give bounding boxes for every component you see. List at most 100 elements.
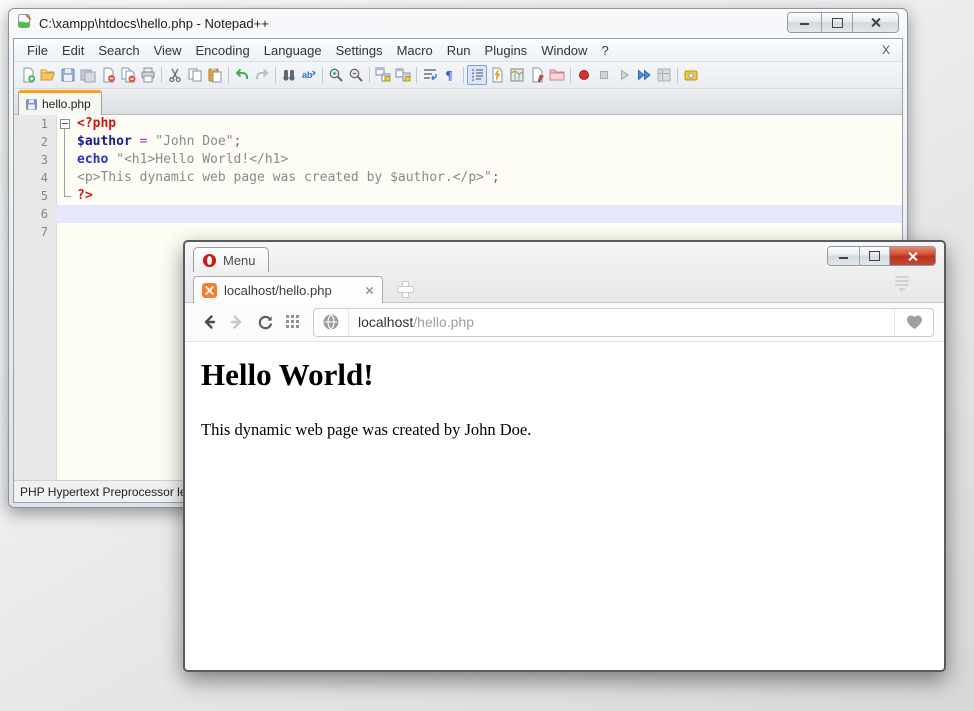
save-macro-icon[interactable] <box>654 65 674 85</box>
menu-macro[interactable]: Macro <box>390 43 440 58</box>
tab-label: hello.php <box>42 97 91 111</box>
site-badge-icon[interactable] <box>314 309 349 336</box>
document-map-icon[interactable] <box>507 65 527 85</box>
record-macro-icon[interactable] <box>574 65 594 85</box>
menu-window[interactable]: Window <box>534 43 594 58</box>
maximize-button[interactable] <box>822 13 853 32</box>
desktop: C:\xampp\htdocs\hello.php - Notepad++ Fi… <box>0 0 974 711</box>
save-all-icon[interactable] <box>78 65 98 85</box>
toolbar-separator <box>161 67 162 83</box>
tab-close-icon[interactable] <box>365 286 374 295</box>
line-number: 1 <box>14 115 56 133</box>
code-line-7[interactable]: 7 <box>14 223 902 241</box>
maximize-button[interactable] <box>860 247 890 265</box>
new-file-icon[interactable] <box>18 65 38 85</box>
save-icon[interactable] <box>58 65 78 85</box>
find-icon[interactable] <box>279 65 299 85</box>
menubar-close-document-button[interactable]: X <box>876 43 896 57</box>
close-button[interactable] <box>890 247 935 265</box>
opera-menu-button[interactable]: Menu <box>193 247 269 272</box>
cut-icon[interactable] <box>165 65 185 85</box>
opera-titlebar[interactable]: Menu <box>185 242 944 272</box>
forward-button[interactable] <box>223 308 251 336</box>
plugins-icon[interactable] <box>681 65 701 85</box>
zoom-out-icon[interactable] <box>346 65 366 85</box>
code-line-3[interactable]: 3echo "<h1>Hello World!</h1> <box>14 151 902 169</box>
menu-language[interactable]: Language <box>257 43 329 58</box>
code-line-2[interactable]: 2$author = "John Doe"; <box>14 133 902 151</box>
code-text: ?> <box>74 187 902 205</box>
line-number: 6 <box>14 205 56 223</box>
zoom-in-icon[interactable] <box>326 65 346 85</box>
copy-icon[interactable] <box>185 65 205 85</box>
open-file-icon[interactable] <box>38 65 58 85</box>
minimize-button[interactable] <box>828 247 860 265</box>
close-file-icon[interactable] <box>98 65 118 85</box>
code-line-6[interactable]: 6 <box>14 205 902 223</box>
close-all-icon[interactable] <box>118 65 138 85</box>
menu-edit[interactable]: Edit <box>55 43 91 58</box>
address-bar[interactable]: localhost/hello.php <box>313 308 934 337</box>
code-text <box>74 223 902 241</box>
code-line-5[interactable]: 5?> <box>14 187 902 205</box>
window-title: C:\xampp\htdocs\hello.php - Notepad++ <box>39 16 269 31</box>
tab-menu-icon[interactable] <box>894 276 910 296</box>
paste-icon[interactable] <box>205 65 225 85</box>
code-line-4[interactable]: 4<p>This dynamic web page was created by… <box>14 169 902 187</box>
menu-encoding[interactable]: Encoding <box>189 43 257 58</box>
document-switcher-icon[interactable] <box>527 65 547 85</box>
url-host: localhost <box>358 314 413 330</box>
bookmark-heart-button[interactable] <box>894 309 933 336</box>
fold-margin <box>56 205 74 223</box>
menu-file[interactable]: File <box>20 43 55 58</box>
notepadpp-app-icon <box>17 13 33 34</box>
sync-horizontal-icon[interactable] <box>393 65 413 85</box>
close-icon <box>870 17 881 28</box>
new-tab-button[interactable] <box>397 281 414 298</box>
play-macro-icon[interactable] <box>614 65 634 85</box>
sync-vertical-icon[interactable] <box>373 65 393 85</box>
saved-file-icon <box>25 98 38 111</box>
code-text: <?php <box>74 115 902 133</box>
menu-help[interactable]: ? <box>594 43 615 58</box>
menu-view[interactable]: View <box>147 43 189 58</box>
line-number: 3 <box>14 151 56 169</box>
redo-icon[interactable] <box>252 65 272 85</box>
opera-menu-label: Menu <box>223 253 256 268</box>
tab-hello-php[interactable]: hello.php <box>18 90 102 115</box>
url-path: /hello.php <box>413 314 474 330</box>
reload-button[interactable] <box>251 308 279 336</box>
minimize-button[interactable] <box>788 13 822 32</box>
url-text[interactable]: localhost/hello.php <box>349 314 894 330</box>
speed-dial-button[interactable] <box>279 308 307 336</box>
undo-icon[interactable] <box>232 65 252 85</box>
folder-as-workspace-icon[interactable] <box>547 65 567 85</box>
tab-label: localhost/hello.php <box>224 283 358 298</box>
back-button[interactable] <box>195 308 223 336</box>
menu-plugins[interactable]: Plugins <box>478 43 535 58</box>
toolbar-separator <box>463 67 464 83</box>
tab-localhost-hello-php[interactable]: localhost/hello.php <box>193 276 383 303</box>
fold-margin <box>56 223 74 241</box>
toolbar-separator <box>275 67 276 83</box>
toolbar-separator <box>570 67 571 83</box>
print-icon[interactable] <box>138 65 158 85</box>
code-line-1[interactable]: 1 <?php <box>14 115 902 133</box>
forward-icon <box>228 313 246 331</box>
indent-guide-icon[interactable] <box>467 65 487 85</box>
stop-macro-icon[interactable] <box>594 65 614 85</box>
minimize-icon <box>839 254 848 259</box>
function-completion-icon[interactable] <box>487 65 507 85</box>
menu-search[interactable]: Search <box>91 43 146 58</box>
word-wrap-icon[interactable] <box>420 65 440 85</box>
menu-run[interactable]: Run <box>440 43 478 58</box>
replace-icon[interactable]: ab <box>299 65 319 85</box>
toolbar-separator <box>416 67 417 83</box>
close-icon <box>907 251 918 262</box>
menu-settings[interactable]: Settings <box>329 43 390 58</box>
fold-margin-box-icon[interactable] <box>56 115 74 133</box>
run-macro-multiple-icon[interactable] <box>634 65 654 85</box>
show-all-characters-icon[interactable]: ¶ <box>440 65 460 85</box>
close-button[interactable] <box>853 13 898 32</box>
notepadpp-titlebar[interactable]: C:\xampp\htdocs\hello.php - Notepad++ <box>13 9 903 38</box>
